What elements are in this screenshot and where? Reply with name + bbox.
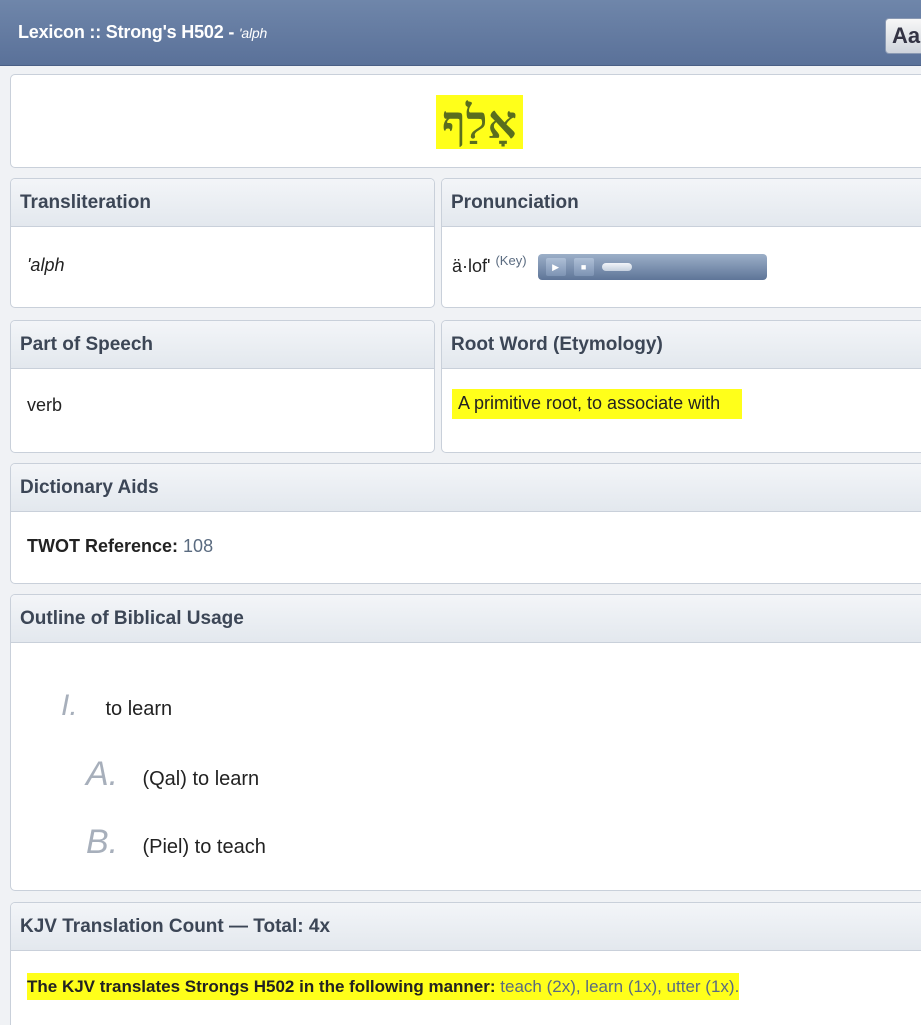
- outline-item: I. to learn: [61, 689, 172, 723]
- audio-player: ▶ ■: [537, 254, 767, 281]
- font-size-button[interactable]: Aa: [885, 18, 921, 54]
- window-title: Lexicon :: Strong's H502 - 'alph: [18, 22, 267, 43]
- transliteration-heading: Transliteration: [11, 179, 434, 227]
- title-transliteration: 'alph: [238, 25, 268, 41]
- pronunciation-panel: Pronunciation ä·lof' (Key) ▶ ■: [441, 178, 921, 308]
- pronunciation-heading: Pronunciation: [442, 179, 921, 227]
- kjv-intro: The KJV translates Strongs H502 in the f…: [27, 977, 496, 996]
- kjv-heading: KJV Translation Count — Total: 4x: [11, 903, 921, 951]
- part-of-speech-panel: Part of Speech verb: [10, 320, 435, 453]
- outline-text: to learn: [105, 698, 173, 720]
- kjv-panel: KJV Translation Count — Total: 4x The KJ…: [10, 902, 921, 1025]
- hebrew-word: אָלַף: [436, 95, 523, 149]
- outline-numeral: B.: [86, 823, 119, 861]
- outline-heading: Outline of Biblical Usage: [11, 595, 921, 643]
- title-prefix: Lexicon :: Strong's H502 -: [18, 22, 239, 42]
- kjv-entries: teach (2x), learn (1x), utter (1x).: [500, 977, 740, 996]
- outline-text: (Piel) to teach: [142, 836, 266, 858]
- dictionary-aids-heading: Dictionary Aids: [11, 464, 921, 512]
- kjv-highlight: The KJV translates Strongs H502 in the f…: [27, 973, 740, 1000]
- part-of-speech-heading: Part of Speech: [11, 321, 434, 369]
- play-icon[interactable]: ▶: [545, 258, 566, 277]
- hebrew-word-panel: אָלַף: [10, 74, 921, 168]
- outline-item: B. (Piel) to teach: [86, 823, 266, 862]
- transliteration-panel: Transliteration 'alph: [10, 178, 435, 308]
- root-word-value: A primitive root, to associate with: [452, 389, 743, 419]
- transliteration-value: 'alph: [27, 255, 65, 275]
- twot-reference-link[interactable]: 108: [183, 536, 213, 556]
- lexicon-window: Lexicon :: Strong's H502 - 'alph Aa אָלַ…: [0, 0, 921, 1025]
- audio-progress-slider[interactable]: [601, 263, 632, 272]
- part-of-speech-value: verb: [27, 395, 63, 415]
- title-bar: Lexicon :: Strong's H502 - 'alph Aa: [0, 0, 921, 66]
- pronunciation-value: ä·lof': [452, 256, 491, 276]
- outline-item: A. (Qal) to learn: [86, 755, 259, 794]
- pronunciation-key-link[interactable]: (Key): [495, 253, 526, 268]
- dictionary-aids-panel: Dictionary Aids TWOT Reference: 108: [10, 463, 921, 584]
- outline-numeral: A.: [86, 755, 119, 793]
- stop-icon[interactable]: ■: [573, 258, 594, 277]
- outline-numeral: I.: [61, 689, 78, 722]
- outline-panel: Outline of Biblical Usage I. to learn A.…: [10, 594, 921, 891]
- outline-text: (Qal) to learn: [142, 768, 260, 790]
- root-word-heading: Root Word (Etymology): [442, 321, 921, 369]
- twot-label: TWOT Reference:: [27, 536, 179, 556]
- root-word-panel: Root Word (Etymology) A primitive root, …: [441, 320, 921, 453]
